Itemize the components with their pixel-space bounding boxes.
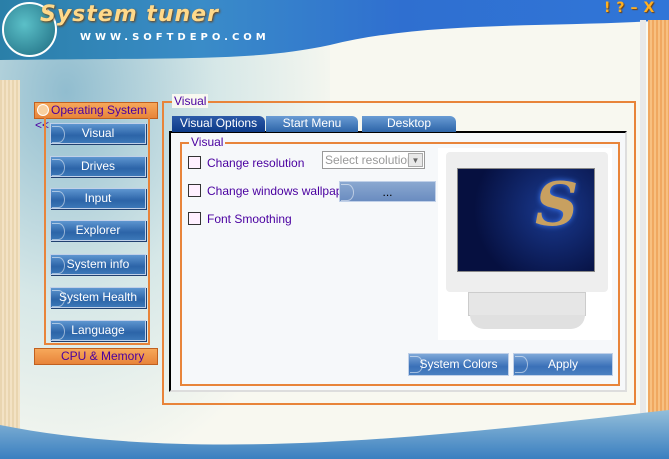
collapse-icon [37,104,49,116]
resolution-select-value: Select resolution [325,153,414,167]
cpu-memory-header[interactable]: CPU & Memory [34,348,158,365]
right-strip [648,20,669,420]
operating-system-header[interactable]: Operating System << [34,102,158,132]
operating-system-menu: Visual Drives Input Explorer System info… [44,118,150,345]
monitor-base [468,292,586,316]
inner-group-label: Visual [189,135,226,149]
apply-button[interactable]: Apply [513,353,613,376]
app-title: System tuner [40,2,219,27]
monitor-stand [470,315,585,329]
tab-visual-options[interactable]: Visual Options [172,116,265,132]
nav-language[interactable]: Language [50,320,146,341]
change-wallpaper-label: Change windows wallpaper [207,184,354,198]
visual-group-label: Visual [172,94,209,108]
font-smoothing-checkbox[interactable] [188,212,201,225]
left-strip [0,80,20,440]
tab-start-menu[interactable]: Start Menu [266,116,358,132]
help-button[interactable]: ? [616,0,624,16]
browse-wallpaper-button[interactable]: ... [339,181,436,202]
change-resolution-label: Change resolution [207,156,305,170]
tab-desktop[interactable]: Desktop [362,116,456,132]
about-button[interactable]: ! [604,0,610,16]
minimize-button[interactable]: – [631,0,638,16]
window-controls: ! ? – X [604,0,654,16]
font-smoothing-label: Font Smoothing [207,212,292,226]
change-resolution-checkbox[interactable] [188,156,201,169]
chevron-down-icon[interactable]: ▼ [408,153,423,167]
nav-system-info[interactable]: System info [50,254,146,275]
nav-system-health[interactable]: System Health [50,287,146,308]
nav-explorer[interactable]: Explorer [50,220,146,241]
nav-input[interactable]: Input [50,188,146,209]
system-colors-button[interactable]: System Colors [408,353,509,376]
change-wallpaper-checkbox[interactable] [188,184,201,197]
nav-visual[interactable]: Visual [50,123,146,144]
nav-drives[interactable]: Drives [50,156,146,177]
wallpaper-logo-icon: S [535,170,579,240]
close-button[interactable]: X [644,0,655,16]
app-url: WWW.SOFTDEPO.COM [80,32,270,43]
resolution-select[interactable]: Select resolution ▼ [322,151,425,169]
right-divider [640,20,646,420]
